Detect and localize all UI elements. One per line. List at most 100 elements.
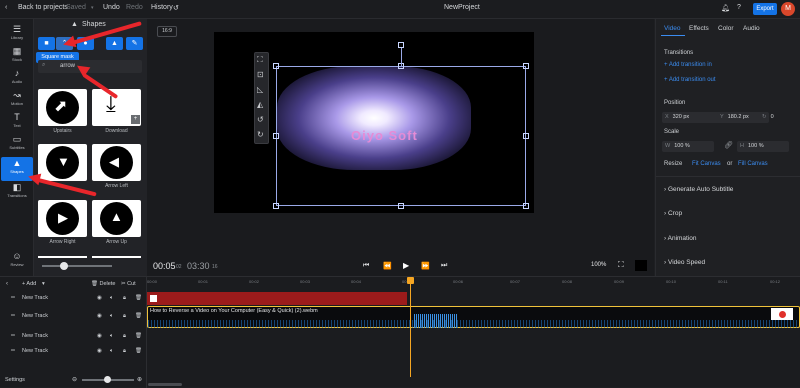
shape-tile-arrow-up[interactable]: ▲	[92, 200, 141, 237]
rotate-right-icon[interactable]: ↻	[257, 130, 264, 139]
nav-library[interactable]: ☰ Library	[1, 23, 33, 47]
animation-section[interactable]: › Animation	[664, 235, 697, 242]
resize-handle[interactable]	[273, 203, 279, 209]
resize-handle[interactable]	[273, 63, 279, 69]
playhead[interactable]	[410, 277, 411, 377]
nav-review[interactable]: ☺ Review	[1, 250, 33, 274]
visibility-icon[interactable]: ◉	[97, 295, 102, 301]
shape-tile-arrow-right[interactable]: ▶	[38, 200, 87, 237]
fullscreen-icon[interactable]: ⛶	[618, 260, 624, 270]
timeline-zoom-handle[interactable]	[104, 376, 111, 383]
resize-handle[interactable]	[523, 133, 529, 139]
trash-icon[interactable]: 🗑︎	[135, 333, 142, 339]
resize-handle[interactable]	[523, 63, 529, 69]
time-ruler[interactable]: 00:00 00:01 00:02 00:03 00:04 00:05 00:0…	[147, 277, 800, 288]
flip-icon[interactable]: ◭	[257, 100, 263, 109]
video-clip[interactable]: How to Reverse a Video on Your Computer …	[147, 306, 800, 328]
volume-icon[interactable]: 🔈︎	[110, 348, 113, 355]
resize-handle[interactable]	[523, 203, 529, 209]
scale-height-input[interactable]: H 100 %	[737, 141, 789, 152]
track-row[interactable]: ═ New Track ◉ 🔈︎ 🔒︎ 🗑︎	[0, 332, 146, 346]
position-x-input[interactable]: X 320 px	[662, 112, 722, 123]
size-slider[interactable]	[42, 262, 112, 270]
crop-section[interactable]: › Crop	[664, 210, 682, 217]
track-row[interactable]: ═ New Track ◉ 🔈︎ 🔒︎ 🗑︎	[0, 312, 146, 326]
trash-icon[interactable]: 🗑︎	[135, 313, 142, 319]
track-row[interactable]: ═ New Track ◉ 🔈︎ 🔒︎ 🗑︎	[0, 294, 146, 308]
timeline-zoom-slider[interactable]	[82, 376, 134, 383]
visibility-icon[interactable]: ◉	[97, 313, 102, 319]
shape-tile-arrow-down[interactable]: ▼	[38, 144, 87, 181]
trash-icon[interactable]: 🗑︎	[135, 348, 142, 354]
export-button[interactable]: Export	[753, 3, 777, 15]
rewind-icon[interactable]: ⏪	[383, 262, 392, 270]
nav-stock[interactable]: ▦ Stock	[1, 45, 33, 69]
fit-canvas-link[interactable]: Fit Canvas	[692, 161, 721, 167]
zoom-out-icon[interactable]: ⊖	[72, 376, 77, 383]
zoom-level[interactable]: 100%	[591, 262, 606, 268]
undo-button[interactable]: Undo	[103, 4, 120, 11]
tab-color[interactable]: Color	[718, 25, 734, 32]
zoom-in-icon[interactable]: ⊕	[137, 376, 142, 383]
lock-icon[interactable]: 🔒︎	[123, 313, 126, 320]
tab-video[interactable]: Video	[664, 25, 681, 32]
lock-icon[interactable]: 🔒︎	[123, 333, 126, 340]
track-row[interactable]: ═ New Track ◉ 🔈︎ 🔒︎ 🗑︎	[0, 347, 146, 361]
add-track-button[interactable]: + Add	[22, 281, 36, 287]
history-button[interactable]: History	[151, 4, 173, 11]
fill-canvas-link[interactable]: Fill Canvas	[738, 161, 768, 167]
visibility-icon[interactable]: ◉	[97, 348, 102, 354]
trash-icon[interactable]: 🗑︎	[135, 295, 142, 301]
pen-shape-button[interactable]: ✎	[126, 37, 143, 50]
lock-icon[interactable]: 🔒︎	[123, 348, 126, 355]
lock-icon[interactable]: 🔒︎	[123, 295, 126, 302]
add-transition-in-link[interactable]: + Add transition in	[664, 62, 712, 68]
selection-box[interactable]	[276, 66, 526, 206]
play-icon[interactable]: ▶	[403, 261, 409, 270]
tab-effects[interactable]: Effects	[689, 25, 709, 32]
back-to-projects-button[interactable]: Back to projects	[18, 4, 68, 11]
expand-icon[interactable]: ⊡	[257, 70, 264, 79]
square-shape-button[interactable]: ■	[38, 37, 55, 50]
triangle-shape-button[interactable]: ▲	[106, 37, 123, 50]
volume-icon[interactable]: 🔈︎	[110, 333, 113, 340]
back-arrow-icon[interactable]: ‹	[5, 4, 7, 11]
size-slider-handle[interactable]	[60, 262, 68, 270]
rotate-left-icon[interactable]: ↺	[257, 115, 264, 124]
settings-button[interactable]: Settings	[5, 377, 25, 383]
preview-canvas[interactable]: Oiyo Soft ⛶ ⊡ ◺ ◭ ↺ ↻	[214, 32, 534, 213]
fast-forward-icon[interactable]: ⏩	[421, 262, 430, 270]
nav-transitions[interactable]: ◧ Transitions	[1, 181, 33, 205]
project-name[interactable]: NewProject	[444, 4, 480, 11]
perspective-icon[interactable]: ◺	[257, 85, 263, 94]
tab-audio[interactable]: Audio	[743, 25, 760, 32]
volume-icon[interactable]: 🔈︎	[110, 295, 113, 302]
skip-start-icon[interactable]: ⏮	[363, 262, 369, 270]
resize-handle[interactable]	[398, 203, 404, 209]
resize-handle[interactable]	[273, 133, 279, 139]
shape-clip[interactable]	[147, 292, 407, 305]
auto-subtitle-section[interactable]: › Generate Auto Subtitle	[664, 186, 733, 193]
nav-subtitles[interactable]: ▭ Subtitles	[1, 133, 33, 157]
cut-button[interactable]: ✂ Cut	[121, 281, 136, 287]
link-icon[interactable]: 🔗︎	[724, 141, 733, 149]
avatar[interactable]: M	[781, 2, 795, 16]
shape-tile-arrow-left[interactable]: ◀	[92, 144, 141, 181]
nav-audio[interactable]: ♪ Audio	[1, 67, 33, 91]
playhead-handle[interactable]	[407, 277, 414, 284]
video-speed-section[interactable]: › Video Speed	[664, 259, 705, 266]
nav-text[interactable]: T Text	[1, 111, 33, 135]
rotation-input[interactable]: ↻ 0	[759, 112, 789, 123]
visibility-icon[interactable]: ◉	[97, 333, 102, 339]
layout-toggle[interactable]	[635, 260, 647, 271]
redo-button[interactable]: Redo	[126, 4, 143, 11]
timeline-scrollbar[interactable]	[148, 383, 182, 386]
add-icon[interactable]: +	[131, 115, 140, 124]
aspect-ratio-button[interactable]: 16:9	[157, 26, 177, 37]
saved-dropdown-icon[interactable]: ▾	[91, 5, 94, 11]
skip-end-icon[interactable]: ⏭	[441, 262, 447, 270]
delete-button[interactable]: 🗑︎ Delete	[91, 281, 115, 287]
nav-motion[interactable]: ↝ Motion	[1, 89, 33, 113]
scale-width-input[interactable]: W 100 %	[662, 141, 714, 152]
fit-icon[interactable]: ⛶	[257, 55, 263, 65]
